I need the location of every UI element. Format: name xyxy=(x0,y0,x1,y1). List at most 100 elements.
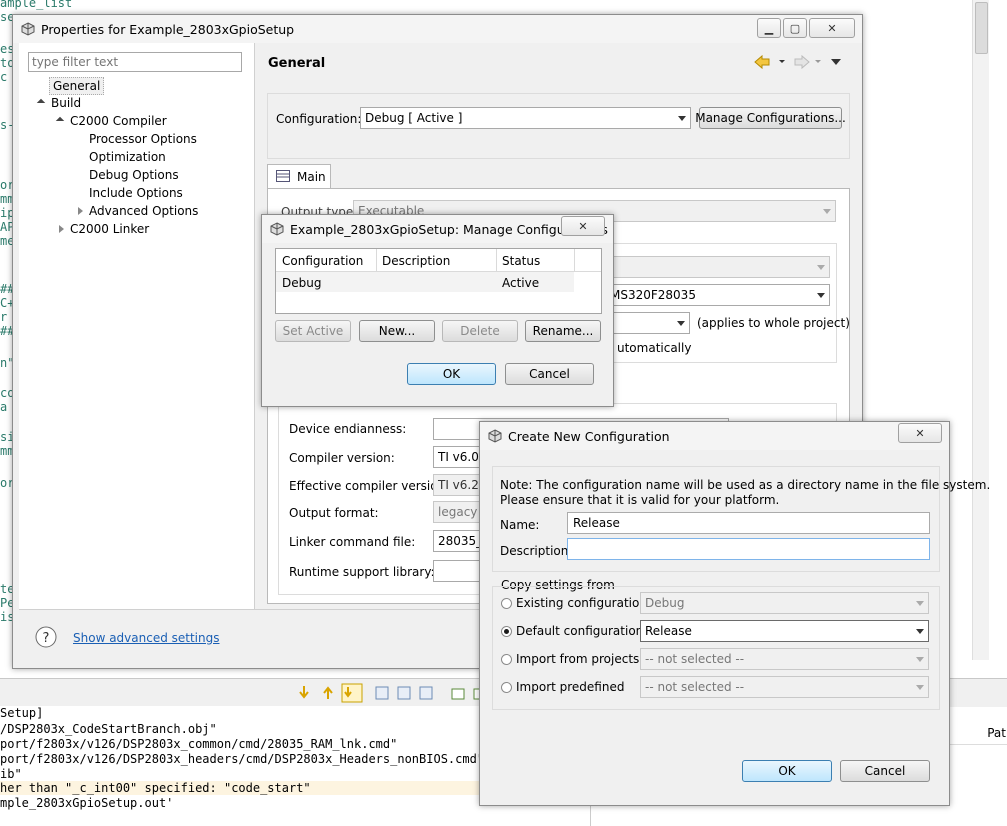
console-toolbar-icons xyxy=(299,683,487,703)
minimize-icon: ▁ xyxy=(764,21,774,35)
import-from-projects-label[interactable]: Import from projects xyxy=(516,652,639,666)
console-line: port/f2803x/v126/DSP2803x_headers/cmd/DS… xyxy=(0,752,485,766)
name-label: Name: xyxy=(500,518,540,532)
manage-titlebar: Example_2803xGpioSetup: Manage Configura… xyxy=(262,215,613,243)
new-button[interactable]: New... xyxy=(359,320,435,342)
column-status[interactable]: Status xyxy=(502,254,540,268)
effective-compiler-version-label: Effective compiler version: xyxy=(289,479,450,493)
properties-nav: General Build C2000 Compiler Processor O… xyxy=(19,43,255,609)
back-arrow-icon xyxy=(754,54,770,70)
cancel-button[interactable]: Cancel xyxy=(840,760,930,782)
filter-input[interactable] xyxy=(28,52,242,72)
tree-item-advanced-options[interactable]: Advanced Options xyxy=(89,204,198,218)
code-fragment: a xyxy=(0,400,8,414)
table-row[interactable]: Debug Active xyxy=(276,272,574,292)
tree-item-general[interactable]: General xyxy=(49,77,105,95)
maximize-button[interactable]: ▢ xyxy=(783,18,807,38)
compiler-version-label: Compiler version: xyxy=(289,451,395,465)
note-line-2: Please ensure that it is valid for your … xyxy=(500,493,780,507)
import-predefined-select[interactable]: -- not selected -- xyxy=(640,676,929,698)
tree-item-optimization[interactable]: Optimization xyxy=(89,150,166,164)
close-button[interactable]: ✕ xyxy=(898,423,942,443)
configuration-select[interactable]: Debug [ Active ] xyxy=(360,107,691,129)
collapse-triangle-icon[interactable] xyxy=(78,207,83,215)
existing-configuration-label[interactable]: Existing configuration xyxy=(516,596,647,610)
linker-command-file-label: Linker command file: xyxy=(289,535,416,549)
import-predefined-radio[interactable] xyxy=(501,682,512,693)
tree-item-processor-options[interactable]: Processor Options xyxy=(89,132,197,146)
help-icon[interactable]: ? xyxy=(35,626,57,648)
section-title: General xyxy=(268,56,326,71)
collapse-triangle-icon[interactable] xyxy=(59,225,64,233)
copy-settings-group: Copy settings from Existing configuratio… xyxy=(492,578,940,710)
configuration-group: Configuration: Debug [ Active ] Manage C… xyxy=(267,93,850,159)
cell-configuration: Debug xyxy=(282,276,322,290)
scrollbar-thumb[interactable] xyxy=(975,2,988,54)
default-configuration-label[interactable]: Default configuration xyxy=(516,624,643,638)
close-icon: ✕ xyxy=(827,21,837,35)
column-description[interactable]: Description xyxy=(382,254,450,268)
app-icon xyxy=(21,22,35,36)
expand-triangle-icon[interactable] xyxy=(36,98,46,108)
import-predefined-label[interactable]: Import predefined xyxy=(516,680,624,694)
create-configuration-dialog: Create New Configuration ✕ Note: The con… xyxy=(479,421,990,806)
column-configuration[interactable]: Configuration xyxy=(282,254,363,268)
properties-titlebar: Properties for Example_2803xGpioSetup ▁ … xyxy=(13,15,862,43)
console-line: /DSP2803x_CodeStartBranch.obj" xyxy=(0,722,217,736)
ok-button[interactable]: OK xyxy=(742,760,832,782)
console-header: Setup] xyxy=(0,706,44,720)
tree-item-build[interactable]: Build xyxy=(51,96,81,110)
right-panel-column: Pat xyxy=(987,726,1006,740)
create-titlebar: Create New Configuration ✕ xyxy=(480,422,949,450)
output-format-label: Output format: xyxy=(289,506,379,520)
forward-arrow-icon xyxy=(794,54,810,70)
name-input[interactable]: Release xyxy=(567,512,930,534)
tree-item-c2000-linker[interactable]: C2000 Linker xyxy=(70,222,149,236)
view-menu-icon xyxy=(831,59,841,65)
description-input[interactable] xyxy=(567,538,930,560)
rename-button[interactable]: Rename... xyxy=(525,320,601,342)
close-icon: ✕ xyxy=(915,426,925,440)
tab-main[interactable]: Main xyxy=(267,164,331,189)
delete-button[interactable]: Delete xyxy=(442,320,518,342)
column-divider xyxy=(496,249,497,271)
existing-configuration-select[interactable]: Debug xyxy=(640,592,929,614)
tree-item-include-options[interactable]: Include Options xyxy=(89,186,183,200)
maximize-icon: ▢ xyxy=(789,21,801,35)
close-button[interactable]: ✕ xyxy=(809,18,855,38)
create-title: Create New Configuration xyxy=(508,429,670,444)
cancel-button[interactable]: Cancel xyxy=(505,363,594,385)
close-button[interactable]: ✕ xyxy=(561,216,605,236)
show-advanced-settings-link[interactable]: Show advanced settings xyxy=(73,631,220,645)
code-fragment: ample_list xyxy=(0,0,73,10)
minimize-button[interactable]: ▁ xyxy=(757,18,781,38)
app-icon xyxy=(488,429,502,443)
description-label: Description: xyxy=(500,544,573,558)
tree-item-debug-options[interactable]: Debug Options xyxy=(89,168,179,182)
tab-main-icon xyxy=(276,170,290,182)
tab-main-label: Main xyxy=(297,170,326,184)
ok-button[interactable]: OK xyxy=(407,363,496,385)
configuration-label: Configuration: xyxy=(276,112,362,126)
code-fragment: r xyxy=(0,310,8,324)
manage-configurations-button[interactable]: Manage Configurations... xyxy=(695,107,846,129)
import-from-projects-select[interactable]: -- not selected -- xyxy=(640,648,929,670)
column-divider xyxy=(574,249,575,271)
applies-note: (applies to whole project) xyxy=(697,316,850,330)
default-configuration-radio[interactable] xyxy=(501,626,512,637)
table-header: Configuration Description Status xyxy=(276,249,601,272)
code-fragment: c xyxy=(0,70,8,84)
editor-scrollbar[interactable] xyxy=(972,0,989,660)
console-line: port/f2803x/v126/DSP2803x_common/cmd/280… xyxy=(0,737,398,751)
set-active-button[interactable]: Set Active xyxy=(275,320,351,342)
manage-configurations-dialog: Example_2803xGpioSetup: Manage Configura… xyxy=(261,214,614,407)
expand-triangle-icon[interactable] xyxy=(55,116,65,126)
existing-configuration-radio[interactable] xyxy=(501,598,512,609)
name-group: Note: The configuration name will be use… xyxy=(492,466,990,572)
import-from-projects-radio[interactable] xyxy=(501,654,512,665)
automatically-note: utomatically xyxy=(617,341,692,355)
default-configuration-select[interactable]: Release xyxy=(640,620,929,642)
device-endianness-label: Device endianness: xyxy=(289,422,407,436)
configurations-table: Configuration Description Status Debug A… xyxy=(275,248,602,314)
tree-item-c2000-compiler[interactable]: C2000 Compiler xyxy=(70,114,167,128)
